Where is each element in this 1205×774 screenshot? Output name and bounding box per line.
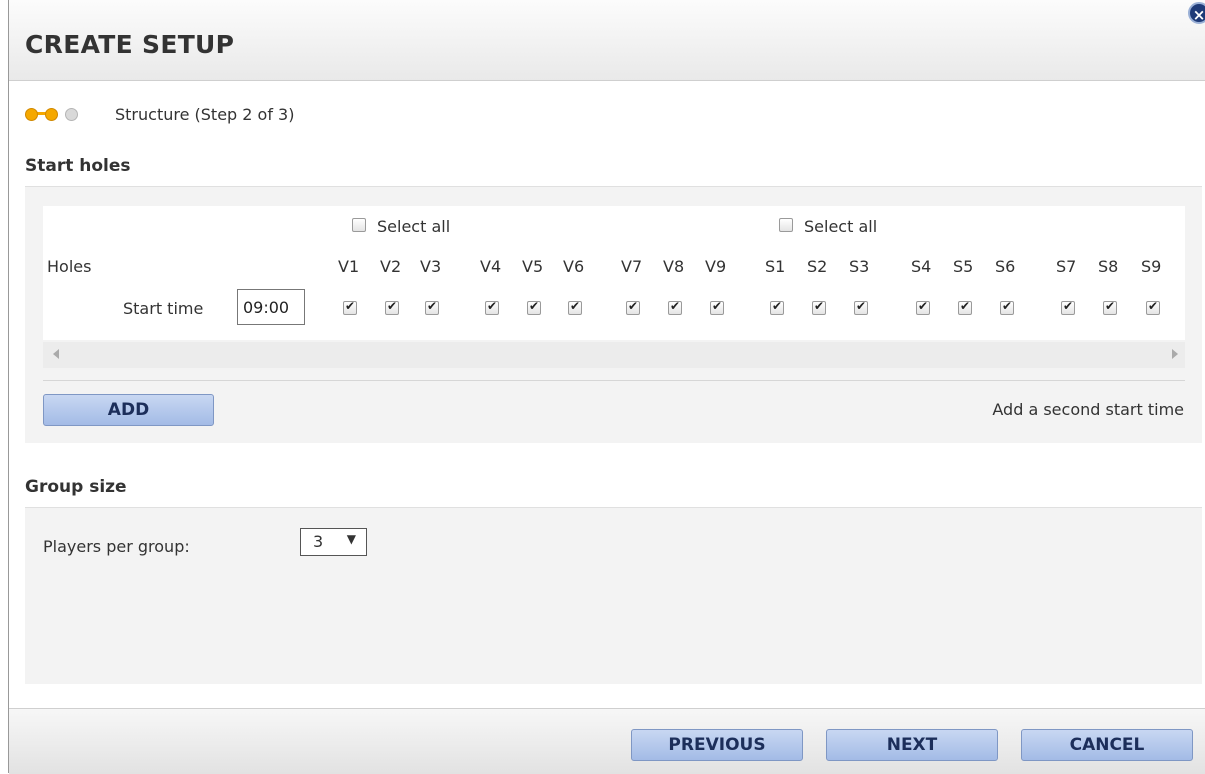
hole-checkbox-s8[interactable]	[1103, 299, 1117, 315]
hole-checkbox-s6[interactable]	[1000, 299, 1014, 315]
start-time-input[interactable]	[237, 289, 305, 325]
hole-header-s5: S5	[953, 257, 974, 276]
hole-header-s2: S2	[807, 257, 828, 276]
hole-checkbox-s5[interactable]	[958, 299, 972, 315]
select-all-front-checkbox[interactable]	[352, 218, 366, 232]
hole-checkbox-s9[interactable]	[1146, 299, 1160, 315]
hole-header-s9: S9	[1141, 257, 1162, 276]
add-hint: Add a second start time	[992, 400, 1184, 419]
hole-checkbox-s1[interactable]	[770, 299, 784, 315]
hole-checkbox-v9[interactable]	[710, 299, 724, 315]
hole-checkbox-v8[interactable]	[668, 299, 682, 315]
hole-header-s7: S7	[1056, 257, 1077, 276]
hole-header-s4: S4	[911, 257, 932, 276]
step-progress-icon	[25, 107, 85, 121]
horizontal-scrollbar[interactable]	[43, 342, 1185, 368]
players-per-group-label: Players per group:	[43, 537, 190, 556]
hole-header-s3: S3	[849, 257, 870, 276]
hole-checkbox-v3[interactable]	[425, 299, 439, 315]
scroll-right-icon[interactable]	[1172, 349, 1178, 359]
scroll-left-icon[interactable]	[53, 349, 59, 359]
hole-header-v6: V6	[563, 257, 585, 276]
hole-header-v8: V8	[663, 257, 685, 276]
hole-checkbox-s7[interactable]	[1061, 299, 1075, 315]
hole-checkbox-v4[interactable]	[485, 299, 499, 315]
step-text: Structure (Step 2 of 3)	[115, 104, 295, 124]
hole-header-s6: S6	[995, 257, 1016, 276]
hole-checkbox-v5[interactable]	[527, 299, 541, 315]
hole-header-s8: S8	[1098, 257, 1119, 276]
select-all-front-label: Select all	[377, 217, 451, 236]
hole-checkbox-v1[interactable]	[343, 299, 357, 315]
hole-header-v3: V3	[420, 257, 442, 276]
start-time-label: Start time	[123, 299, 204, 318]
add-button[interactable]: ADD	[43, 394, 214, 426]
chevron-down-icon: ▼	[346, 532, 356, 546]
hole-checkbox-v6[interactable]	[568, 299, 582, 315]
hole-header-v7: V7	[621, 257, 643, 276]
start-holes-title: Start holes	[25, 156, 131, 176]
hole-header-v4: V4	[480, 257, 502, 276]
hole-header-s1: S1	[765, 257, 786, 276]
group-size-panel	[25, 507, 1202, 684]
select-all-back-checkbox[interactable]	[779, 218, 793, 232]
create-setup-dialog: CREATE SETUP × Structure (Step 2 of 3) S…	[8, 0, 1205, 774]
players-per-group-select[interactable]: 3 ▼	[300, 528, 367, 556]
dialog-footer: PREVIOUS NEXT CANCEL	[9, 708, 1205, 774]
select-all-back-label: Select all	[804, 217, 878, 236]
hole-checkbox-v2[interactable]	[385, 299, 399, 315]
divider	[43, 380, 1185, 381]
dialog-header: CREATE SETUP ×	[9, 0, 1205, 81]
close-icon[interactable]: ×	[1188, 2, 1205, 24]
previous-button[interactable]: PREVIOUS	[631, 729, 803, 761]
hole-checkbox-s3[interactable]	[854, 299, 868, 315]
players-per-group-value: 3	[313, 532, 324, 551]
hole-checkbox-s4[interactable]	[916, 299, 930, 315]
hole-header-v9: V9	[705, 257, 727, 276]
group-size-title: Group size	[25, 477, 127, 497]
cancel-button[interactable]: CANCEL	[1021, 729, 1193, 761]
hole-header-v5: V5	[522, 257, 544, 276]
dialog-title: CREATE SETUP	[25, 30, 235, 59]
hole-checkbox-s2[interactable]	[812, 299, 826, 315]
holes-label: Holes	[47, 257, 92, 276]
step-indicator: Structure (Step 2 of 3)	[25, 102, 294, 126]
hole-checkbox-v7[interactable]	[626, 299, 640, 315]
hole-header-v1: V1	[338, 257, 360, 276]
hole-header-v2: V2	[380, 257, 402, 276]
next-button[interactable]: NEXT	[826, 729, 998, 761]
